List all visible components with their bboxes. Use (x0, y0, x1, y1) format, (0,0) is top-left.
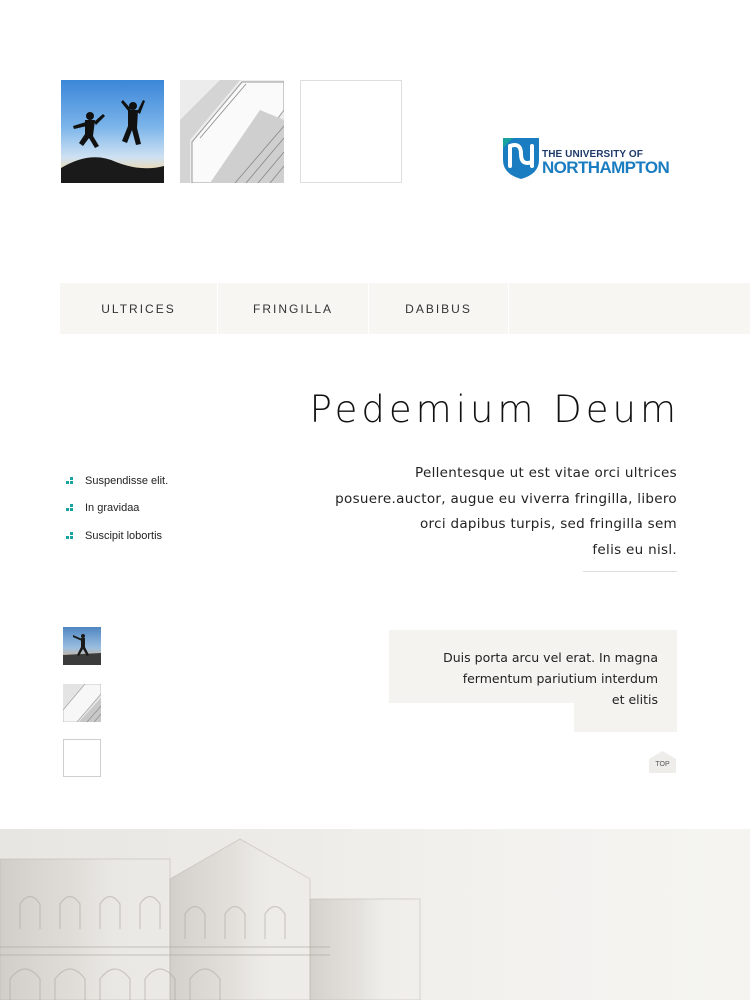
university-shield-icon (503, 138, 539, 179)
logo-line-2: NORTHAMPTON (542, 158, 670, 177)
bullet-icon (66, 476, 74, 485)
nav-item-dabibus[interactable]: DABIBUS (369, 283, 509, 334)
small-thumbnail-building[interactable] (62, 683, 102, 723)
sidebar-item-label: In gravidaa (85, 502, 140, 515)
quote-text: Duis porta arcu vel erat. In magna ferme… (398, 647, 658, 710)
university-logo[interactable]: THE UNIVERSITY OF NORTHAMPTON (500, 136, 680, 182)
gallery-thumbnail-blank[interactable] (300, 80, 402, 183)
sidebar-list: Suspendisse elit. In gravidaa Suscipit l… (66, 467, 168, 550)
dancer-photo-icon (63, 634, 101, 665)
nav-item-fringilla[interactable]: FRINGILLA (218, 283, 369, 334)
sidebar-item-suspendisse[interactable]: Suspendisse elit. (66, 467, 168, 495)
paragraph-line: posuere.auctor, augue eu viverra fringil… (335, 490, 677, 507)
footer-building-image (0, 829, 750, 1000)
building-photo-icon (180, 80, 284, 183)
intro-paragraph: Pellentesque ut est vitae orci ultrices … (297, 461, 677, 563)
quote-line: et elitis (611, 692, 658, 707)
bullet-icon (66, 531, 74, 540)
back-to-top-button[interactable]: TOP (649, 751, 676, 773)
gallery-thumbnail-jumpers[interactable] (61, 80, 164, 183)
quote-line: fermentum pariutium interdum (462, 671, 658, 686)
nav-item-ultrices[interactable]: ULTRICES (60, 283, 218, 334)
sidebar-item-label: Suscipit lobortis (85, 529, 163, 542)
building-facade-icon (0, 838, 421, 1000)
paragraph-divider (583, 571, 677, 572)
quote-line: Duis porta arcu vel erat. In magna (443, 650, 658, 665)
sidebar-item-suscipit[interactable]: Suscipit lobortis (66, 522, 168, 550)
jumpers-photo-icon (61, 100, 164, 183)
paragraph-line: felis eu nisl. (592, 541, 677, 558)
back-to-top-label: TOP (655, 761, 670, 768)
small-thumbnail-blank[interactable] (63, 739, 101, 777)
main-navigation: ULTRICES FRINGILLA DABIBUS (60, 283, 750, 334)
building-photo-icon (62, 683, 102, 723)
gallery-thumbnail-building[interactable] (180, 80, 284, 183)
bullet-icon (66, 504, 74, 512)
quote-box: Duis porta arcu vel erat. In magna ferme… (389, 630, 677, 732)
paragraph-line: Pellentesque ut est vitae orci ultrices (415, 465, 677, 481)
paragraph-line: orci dapibus turpis, sed fringilla sem (419, 516, 677, 532)
sidebar-item-label: Suspendisse elit. (85, 474, 169, 487)
small-thumbnail-dancer[interactable] (63, 627, 101, 665)
page-title: Pedemium Deum (309, 388, 680, 431)
sidebar-item-gravidaa[interactable]: In gravidaa (66, 495, 168, 523)
